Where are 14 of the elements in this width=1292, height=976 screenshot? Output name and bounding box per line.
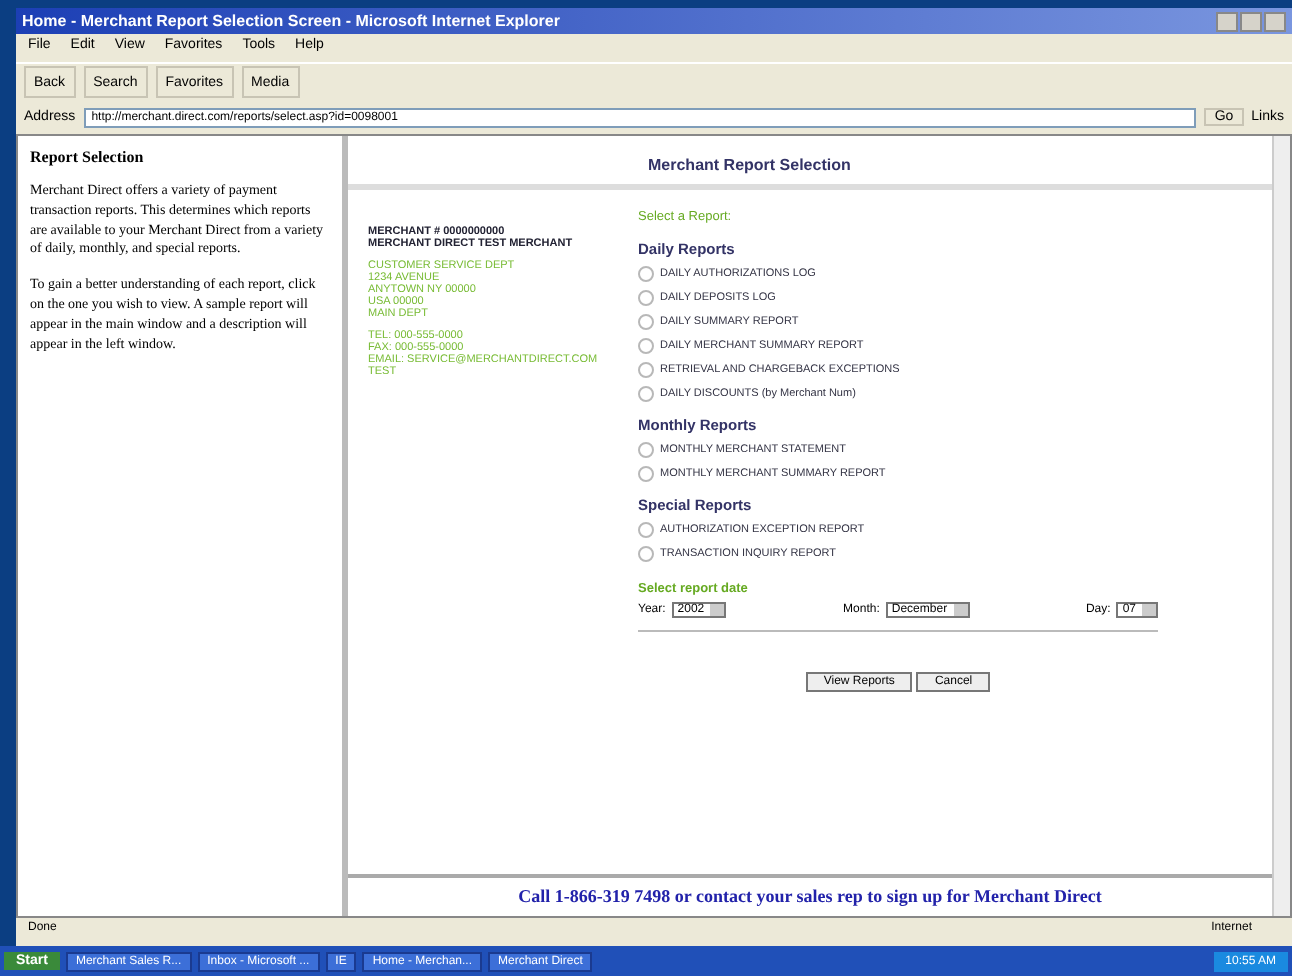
radio-button[interactable] (638, 386, 654, 402)
radio-button[interactable] (638, 522, 654, 538)
radio-button[interactable] (638, 362, 654, 378)
sidebar-title: Report Selection (30, 148, 146, 166)
radio-button[interactable] (638, 338, 654, 354)
radio-button[interactable] (638, 466, 654, 482)
radio-button[interactable] (638, 290, 654, 306)
window-title: Home - Merchant Report Selection Screen - Microsoft Internet Explorer (22, 12, 560, 30)
radio-button[interactable] (638, 314, 654, 330)
radio-button[interactable] (638, 546, 654, 562)
radio-button[interactable] (638, 266, 654, 282)
page-title: Merchant Report Selection (348, 136, 1272, 190)
radio-button[interactable] (638, 442, 654, 458)
banner-text[interactable]: Call 1-866-319 7498 or contact your sales rep to sign up for Merchant Direct (348, 874, 1272, 916)
